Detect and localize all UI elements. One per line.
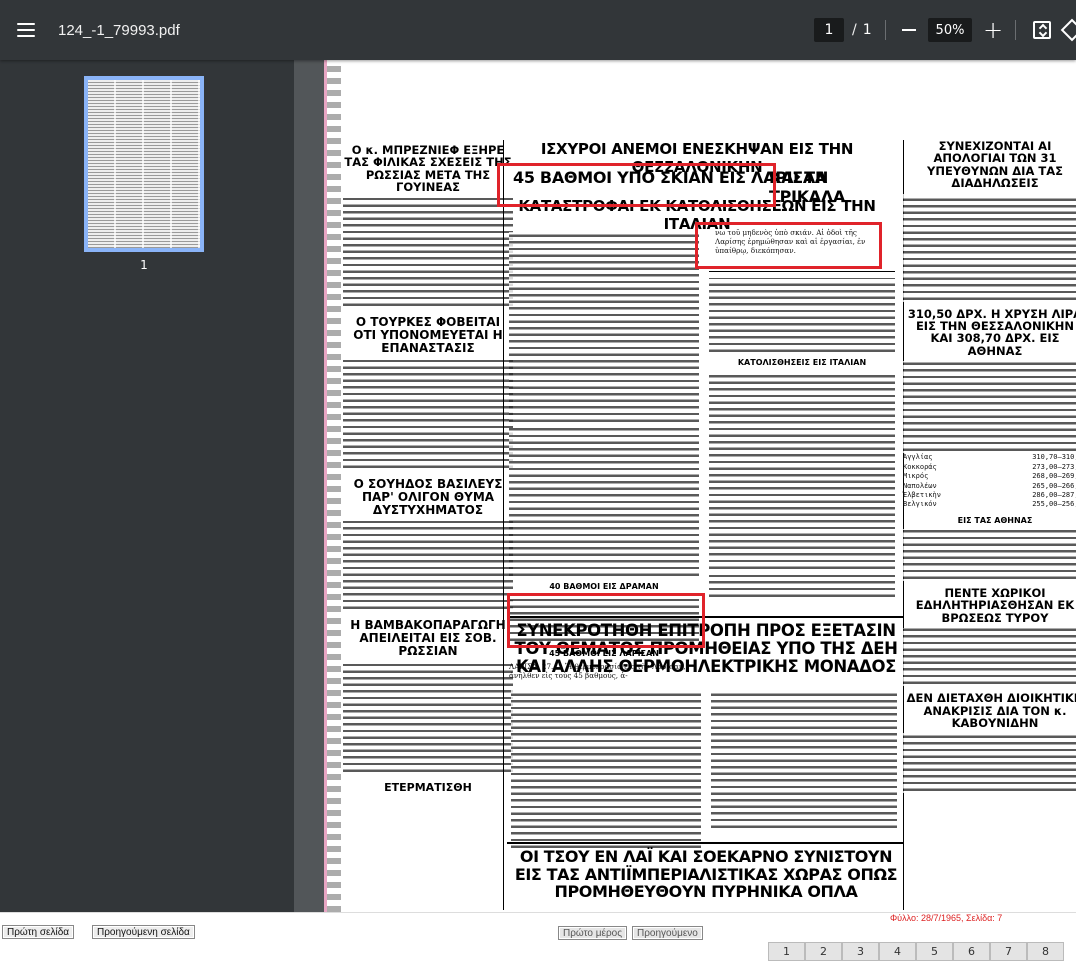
article-headline: Ο ΤΟΥΡΚΕΣ ΦΟΒΕΙΤΑΙ ΟΤΙ ΥΠΟΝΟΜΕΥΕΤΑΙ Η ΕΠ… bbox=[353, 314, 503, 355]
article-body bbox=[903, 733, 1076, 794]
page-indicator: 1 / 1 bbox=[814, 18, 872, 42]
plus-icon: + bbox=[982, 16, 1004, 44]
rate-row: Κοκκοράς 273,00—273,00 bbox=[903, 463, 1076, 472]
page-number-button[interactable]: 8 bbox=[1027, 942, 1064, 961]
zoom-out-button[interactable] bbox=[897, 14, 921, 46]
article-headline: 310,50 ΔΡΧ. Η ΧΡΥΣΗ ΛΙΡΑ ΕΙΣ ΤΗΝ ΘΕΣΣΑΛΟ… bbox=[907, 306, 1076, 358]
pdf-viewer: 124_-1_79993.pdf 1 / 1 50% + 1 Ο κ. ΜΠΡΕ… bbox=[0, 0, 1076, 974]
article-body bbox=[903, 361, 1076, 454]
article-body bbox=[509, 428, 699, 578]
rate-row: Μικρός 268,00—269,00 bbox=[903, 472, 1076, 481]
article-headline: ΔΕΝ ΔΙΕΤΑΧΘΗ ΔΙΟΙΚΗΤΙΚΗ ΑΝΑΚΡΙΣΙΣ ΔΙΑ ΤΟ… bbox=[906, 691, 1076, 730]
column-middle-right: νω τοῦ μηδενὸς ὑπὸ σκιάν. Αἱ ὁδοὶ τῆς Λα… bbox=[709, 228, 895, 599]
zoom-input[interactable]: 50% bbox=[928, 18, 972, 42]
page-number-button[interactable]: 2 bbox=[805, 942, 842, 961]
rate-value: 310,70—310,50 bbox=[1032, 453, 1076, 462]
rate-row: Βελγικόν 255,00—256,00 bbox=[903, 500, 1076, 509]
rate-value: 255,00—256,00 bbox=[1032, 500, 1076, 509]
zoom-in-button[interactable]: + bbox=[981, 14, 1005, 46]
total-pages: 1 bbox=[862, 22, 872, 38]
newspaper-page: Ο κ. ΜΠΡΕΖΝΙΕΦ ΕΞΗΡΕ ΤΑΣ ΦΙΛΙΚΑΣ ΣΧΕΣΕΙΣ… bbox=[324, 60, 1076, 912]
subheading: 40 ΒΑΘΜΟΙ ΕΙΣ ΔΡΑΜΑΝ bbox=[549, 582, 659, 591]
rate-label: Βελγικόν bbox=[903, 500, 937, 509]
minus-icon bbox=[902, 29, 916, 31]
article-body bbox=[343, 358, 513, 471]
thumbnail-page-number: 1 bbox=[140, 258, 148, 272]
article-body bbox=[903, 528, 1076, 581]
article-body bbox=[711, 690, 897, 830]
article-headline: Η ΒΑΜΒΑΚΟΠΑΡΑΓΩΓΗ ΑΠΕΙΛΕΙΤΑΙ ΕΙΣ ΣΟΒ. ΡΩ… bbox=[350, 618, 506, 659]
subheading: ΕΙΣ ΤΑΣ ΑΘΗΝΑΣ bbox=[957, 515, 1033, 525]
document-viewer[interactable]: Ο κ. ΜΠΡΕΖΝΙΕΦ ΕΞΗΡΕ ΤΑΣ ΦΙΛΙΚΑΣ ΣΧΕΣΕΙΣ… bbox=[294, 60, 1076, 912]
page-number-button[interactable]: 7 bbox=[990, 942, 1027, 961]
page-number-button[interactable]: 5 bbox=[916, 942, 953, 961]
page-number-list: 12345678 bbox=[768, 942, 1076, 961]
page-number-input[interactable]: 1 bbox=[814, 18, 844, 42]
rate-label: Ἀγγλίας bbox=[903, 453, 933, 462]
search-highlight bbox=[497, 163, 776, 207]
rate-label: Ἑλβετικὴν bbox=[903, 491, 941, 499]
article-headline: ΠΕΝΤΕ ΧΩΡΙΚΟΙ ΕΔΗΛΗΤΗΡΙΑΣΘΗΣΑΝ ΕΚ ΒΡΩΣΕΩ… bbox=[915, 585, 1075, 625]
rate-value: 286,00—287,00 bbox=[1032, 491, 1076, 499]
article-body bbox=[343, 197, 513, 308]
issue-meta: Φύλλο: 28/7/1965, Σελίδα: 7 bbox=[890, 913, 1003, 923]
rule bbox=[507, 842, 903, 844]
column-left: Ο κ. ΜΠΡΕΖΝΙΕΦ ΕΞΗΡΕ ΤΑΣ ΦΙΛΙΚΑΣ ΣΧΕΣΕΙΣ… bbox=[343, 144, 513, 794]
rate-label: Ναπολέων bbox=[903, 481, 937, 490]
page-number-button[interactable]: 6 bbox=[953, 942, 990, 961]
fit-page-icon[interactable] bbox=[1033, 21, 1051, 39]
rate-row: Ἑλβετικὴν 286,00—287,00 bbox=[903, 491, 1076, 500]
article-body bbox=[709, 575, 895, 599]
page-thumbnail[interactable] bbox=[84, 76, 204, 252]
subheading: ΚΑΤΟΛΙΣΘΗΣΕΙΣ ΕΙΣ ΙΤΑΛΙΑΝ bbox=[737, 358, 867, 367]
article-body bbox=[343, 662, 513, 775]
rate-value: 273,00—273,00 bbox=[1032, 462, 1076, 471]
previous-part-button[interactable]: Προηγούμενο bbox=[632, 926, 703, 940]
file-title: 124_-1_79993.pdf bbox=[58, 21, 180, 39]
previous-page-button[interactable]: Προηγούμενη σελίδα bbox=[92, 925, 195, 939]
first-page-button[interactable]: Πρώτη σελίδα bbox=[2, 925, 75, 939]
thumbnail-sidebar: 1 bbox=[0, 60, 294, 912]
toolbar-divider bbox=[885, 20, 886, 40]
footer-bar: Φύλλο: 28/7/1965, Σελίδα: 7 Πρώτη σελίδα… bbox=[0, 912, 1076, 974]
thumbnail-image bbox=[88, 80, 200, 248]
rate-row: Ἀγγλίας 310,70—310,50 bbox=[903, 453, 1076, 462]
first-part-button[interactable]: Πρώτο μέρος bbox=[558, 926, 628, 940]
rate-label: Κοκκοράς bbox=[903, 462, 937, 471]
article-body bbox=[903, 193, 1076, 302]
search-highlight bbox=[695, 222, 882, 269]
rate-value: 265,00—266,00 bbox=[1032, 481, 1076, 490]
article-body bbox=[903, 628, 1076, 687]
article-headline: ΣΥΝΕΧΙΖΟΝΤΑΙ ΑΙ ΑΠΟΛΟΓΙΑΙ ΤΩΝ 31 ΥΠΕΥΘΥΝ… bbox=[927, 139, 1063, 191]
rotate-icon[interactable] bbox=[1060, 18, 1076, 42]
rate-row: Ναπολέων 265,00—266,00 bbox=[903, 482, 1076, 491]
rule bbox=[709, 271, 895, 272]
article-body bbox=[511, 690, 701, 850]
column-right: ΣΥΝΕΧΙΖΟΝΤΑΙ ΑΙ ΑΠΟΛΟΓΙΑΙ ΤΩΝ 31 ΥΠΕΥΘΥΝ… bbox=[903, 139, 1076, 794]
rate-value: 268,00—269,00 bbox=[1032, 472, 1076, 481]
article-body bbox=[709, 278, 895, 354]
rate-label: Μικρός bbox=[903, 472, 929, 481]
article-headline: ΟΙ ΤΣΟΥ ΕΝ ΛΑΪ ΚΑΙ ΣΟΕΚΑΡΝΟ ΣΥΝΙΣΤΟΥΝ ΕΙ… bbox=[514, 847, 898, 902]
article-body bbox=[709, 371, 895, 571]
page-number-button[interactable]: 3 bbox=[842, 942, 879, 961]
article-body bbox=[343, 521, 513, 612]
page-number-button[interactable]: 1 bbox=[768, 942, 805, 961]
article-headline: Ο ΣΟΥΗΔΟΣ ΒΑΣΙΛΕΥΣ ΠΑΡ' ΟΛΙΓΟΝ ΘΥΜΑ ΔΥΣΤ… bbox=[353, 477, 503, 518]
page-separator: / bbox=[852, 22, 857, 38]
article-body bbox=[509, 232, 699, 424]
menu-button[interactable] bbox=[0, 0, 52, 60]
gold-rates-table: Ἀγγλίας 310,70—310,50 Κοκκοράς 273,00—273,0… bbox=[903, 453, 1076, 510]
toolbar-divider bbox=[1015, 20, 1016, 40]
hamburger-icon bbox=[17, 23, 35, 37]
search-highlight bbox=[507, 593, 705, 648]
page-number-button[interactable]: 4 bbox=[879, 942, 916, 961]
article-headline: ΕΤΕΡΜΑΤΙΣΘΗ bbox=[384, 781, 472, 795]
column-rule bbox=[503, 140, 504, 910]
toolbar: 124_-1_79993.pdf 1 / 1 50% + bbox=[0, 0, 1076, 60]
article-headline: Ο κ. ΜΠΡΕΖΝΙΕΦ ΕΞΗΡΕ ΤΑΣ ΦΙΛΙΚΑΣ ΣΧΕΣΕΙΣ… bbox=[344, 143, 512, 195]
